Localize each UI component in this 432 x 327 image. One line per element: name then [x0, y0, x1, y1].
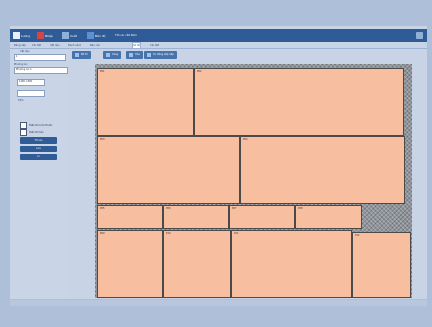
square-icon [13, 32, 20, 39]
cut-piece[interactable]: P01 [97, 68, 194, 136]
action-button-3-label: Xóa [135, 53, 140, 56]
checkbox-icon[interactable] [20, 122, 27, 129]
app-title: Tối ưu cắt tấm [115, 33, 137, 37]
square-icon [87, 32, 94, 39]
toolbar-button-3[interactable]: Xuất [62, 31, 77, 40]
toolbar-button-4[interactable]: Bản đồ [87, 31, 106, 40]
toolbar-button-2-label: Nhập [45, 33, 53, 38]
plan-select[interactable]: Phương án 1 [14, 67, 68, 74]
tab-7[interactable]: Cài đặt [150, 43, 159, 48]
action-bar: Bố trí Xoay Xóa Tự động sắp xếp [72, 51, 412, 60]
cutting-sheet[interactable]: P01 P02 P03 P04 P05 P06 P07 P08 P09 P10 … [95, 64, 412, 298]
toolbar-button-1[interactable]: Lượng [13, 31, 30, 40]
cut-piece[interactable]: P10 [163, 230, 231, 298]
piece-label: P12 [355, 234, 360, 237]
piece-label: P11 [234, 232, 239, 235]
tab-3[interactable]: Vật liệu [50, 43, 60, 48]
cut-piece[interactable]: P12 [352, 232, 411, 298]
status-bar [10, 300, 427, 306]
option-show-size[interactable]: Hiển thị kích thước [20, 122, 53, 129]
plan-select-value: Phương án 1 [16, 68, 32, 71]
size-field[interactable]: 1200 x 800 [17, 79, 45, 86]
option-show-size-label: Hiển thị kích thước [29, 124, 53, 127]
piece-label: P05 [100, 207, 105, 210]
cut-piece[interactable]: P02 [194, 68, 404, 136]
square-icon [106, 53, 110, 57]
optimize-button[interactable]: Tối ưu [20, 137, 57, 144]
material-select-value: 1 [16, 55, 18, 58]
action-button-1[interactable]: Bố trí [72, 51, 91, 59]
square-icon [129, 53, 133, 57]
action-button-2-label: Xoay [112, 53, 119, 56]
action-button-2[interactable]: Xoay [103, 51, 122, 59]
print-button[interactable]: In [20, 154, 57, 160]
tab-4[interactable]: Danh sách [68, 43, 81, 48]
piece-label: P08 [298, 207, 303, 210]
cut-piece[interactable]: P04 [240, 136, 405, 204]
section-label: Phương án [14, 63, 28, 66]
cut-piece[interactable]: P05 [97, 205, 163, 229]
save-button[interactable]: Lưu [20, 146, 57, 152]
piece-label: P10 [166, 232, 171, 235]
tab-bar: Bảng xếp Chi tiết Vật liệu Danh sách Báo… [10, 42, 427, 49]
cut-piece[interactable]: P11 [231, 230, 352, 298]
cut-piece[interactable]: P08 [295, 205, 362, 229]
sidebar: Vật liệu 1 Phương án Phương án 1 1200 x … [10, 49, 68, 299]
sidebar-title-label: Vật liệu [20, 50, 30, 53]
tab-6[interactable]: Sơ đồ [132, 42, 142, 48]
tab-2[interactable]: Chi tiết [32, 43, 41, 48]
piece-label: P09 [100, 232, 105, 235]
square-icon [62, 32, 69, 39]
action-button-4-label: Tự động sắp xếp [153, 53, 174, 56]
cut-piece[interactable]: P03 [97, 136, 240, 204]
toolbar-button-4-label: Bản đồ [95, 33, 106, 38]
tab-1[interactable]: Bảng xếp [14, 43, 26, 48]
piece-label: P01 [100, 70, 105, 73]
app-logo-icon [416, 32, 423, 39]
toolbar-button-3-label: Xuất [70, 33, 77, 38]
cut-piece[interactable]: P09 [97, 230, 163, 298]
piece-label: P06 [166, 207, 171, 210]
square-icon [75, 53, 79, 57]
cut-piece[interactable]: P06 [163, 205, 229, 229]
action-button-3[interactable]: Xóa [126, 51, 143, 59]
cut-piece[interactable]: P07 [229, 205, 295, 229]
tab-5[interactable]: Báo cáo [90, 43, 100, 48]
option-show-name-label: Hiển thị tên [29, 131, 44, 134]
piece-label: P03 [100, 138, 105, 141]
piece-label: P07 [232, 207, 237, 210]
material-select[interactable]: 1 [14, 54, 66, 61]
piece-label: P02 [197, 70, 202, 73]
piece-label: P04 [243, 138, 248, 141]
checkbox-icon[interactable] [20, 129, 27, 136]
action-button-1-label: Bố trí [81, 53, 88, 56]
square-icon [37, 32, 44, 39]
main-toolbar: Lượng Nhập Xuất Bản đồ Tối ưu cắt tấm [10, 29, 427, 42]
sheet-label: Tấm [18, 99, 24, 102]
size-field-value: 1200 x 800 [19, 80, 33, 83]
sheet-field[interactable] [17, 90, 45, 97]
toolbar-button-1-label: Lượng [21, 33, 31, 38]
square-icon [147, 53, 151, 57]
action-button-4[interactable]: Tự động sắp xếp [144, 51, 177, 59]
option-show-name[interactable]: Hiển thị tên [20, 129, 44, 136]
toolbar-button-2[interactable]: Nhập [37, 31, 53, 40]
